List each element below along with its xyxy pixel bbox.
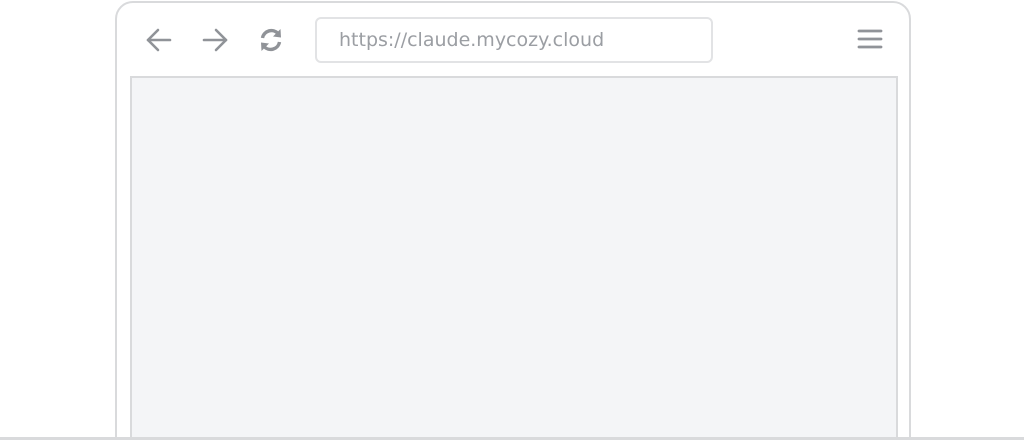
browser-toolbar: https://claude.mycozy.cloud [117, 3, 909, 77]
screen: https://claude.mycozy.cloud [0, 0, 1024, 440]
back-button[interactable] [144, 25, 174, 55]
page-viewport [130, 76, 898, 440]
menu-button[interactable] [855, 25, 885, 55]
arrow-right-icon [202, 28, 228, 52]
reload-icon [260, 28, 282, 52]
reload-button[interactable] [256, 25, 286, 55]
address-bar[interactable]: https://claude.mycozy.cloud [315, 17, 713, 63]
hamburger-menu-icon [857, 29, 883, 49]
forward-button[interactable] [200, 25, 230, 55]
browser-window: https://claude.mycozy.cloud [115, 1, 911, 440]
url-text: https://claude.mycozy.cloud [339, 29, 605, 51]
arrow-left-icon [146, 28, 172, 52]
